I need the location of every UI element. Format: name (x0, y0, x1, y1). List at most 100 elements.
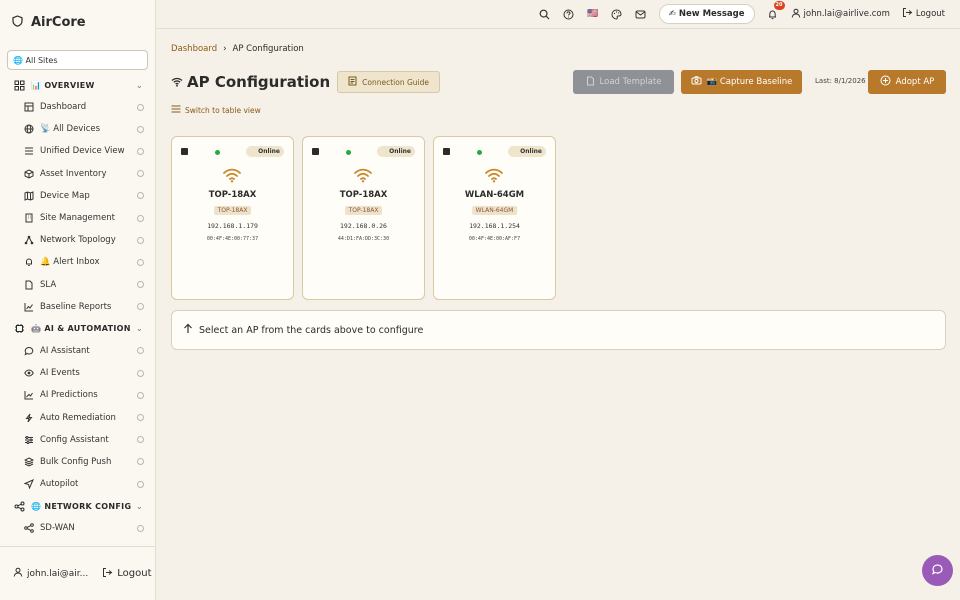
pin-icon[interactable] (137, 170, 144, 178)
ap-mac: 44:D1:FA:DD:3C:30 (337, 236, 390, 242)
ap-ip: 192.168.1.179 (207, 222, 258, 230)
pin-icon[interactable] (137, 414, 144, 422)
sidebar-item-label: Site Management (40, 213, 116, 224)
select-ap-hint: Select an AP from the cards above to con… (171, 310, 946, 350)
pin-icon[interactable] (137, 281, 144, 289)
wifi-icon (485, 168, 503, 183)
sidebar-item-baseline-reports[interactable]: Baseline Reports (0, 296, 155, 318)
sidebar-item-sla[interactable]: SLA (0, 274, 155, 296)
notifications-button[interactable]: 20 (767, 1, 785, 20)
breadcrumb-dashboard-link[interactable]: Dashboard (171, 44, 217, 54)
pin-icon[interactable] (137, 192, 144, 200)
pin-icon[interactable] (137, 347, 144, 355)
sidebar-item-asset-inventory[interactable]: Asset Inventory (0, 163, 155, 185)
ap-ip: 192.168.0.26 (340, 222, 387, 230)
trend-icon (23, 390, 34, 401)
inbox-icon[interactable] (635, 8, 647, 20)
pin-icon[interactable] (137, 147, 144, 155)
pin-icon[interactable] (137, 103, 144, 111)
sidebar-item-network-topology[interactable]: Network Topology (0, 229, 155, 251)
sidebar-item-label: Baseline Reports (40, 301, 112, 312)
nav-section-overview[interactable]: 📊 OVERVIEW ⌄ (0, 74, 155, 96)
ap-card[interactable]: Online WLAN-64GM WLAN-64GM 192.168.1.254… (433, 136, 556, 300)
nav-section-ai-automation[interactable]: 🤖 AI & AUTOMATION ⌄ (0, 318, 155, 340)
user-icon (13, 567, 23, 580)
pin-icon[interactable] (137, 391, 144, 399)
sidebar-item-autopilot[interactable]: Autopilot (0, 473, 155, 495)
user-menu[interactable]: john.lai@airlive.com (791, 8, 890, 21)
list-icon (171, 105, 181, 115)
logout-icon (902, 7, 913, 21)
bell-icon (769, 9, 777, 19)
file-icon (586, 76, 595, 89)
sidebar-item-dashboard[interactable]: Dashboard (0, 96, 155, 118)
ap-select-checkbox[interactable] (181, 148, 188, 155)
sidebar-logout-button[interactable]: Logout (102, 567, 152, 581)
nav-section-label: 🌐 NETWORK CONFIG (31, 501, 132, 511)
pin-icon[interactable] (137, 214, 144, 222)
chevron-down-icon: ⌄ (135, 80, 143, 90)
camera-icon (691, 76, 702, 88)
adopt-ap-label: Adopt AP (895, 77, 935, 87)
pin-icon[interactable] (137, 458, 144, 466)
ap-ip: 192.168.1.254 (469, 222, 520, 230)
title-row: AP Configuration Connection Guide Load T… (171, 70, 946, 94)
sidebar-item-ai-predictions[interactable]: AI Predictions (0, 384, 155, 406)
user-icon (791, 8, 801, 21)
site-select[interactable]: 🌐 All Sites (7, 50, 148, 70)
nav-section-network-config[interactable]: 🌐 NETWORK CONFIG ⌄ (0, 495, 155, 517)
sidebar-item-all-devices[interactable]: 📡 All Devices (0, 118, 155, 140)
wifi-icon (354, 168, 372, 183)
search-icon[interactable] (539, 8, 551, 20)
pin-icon[interactable] (137, 436, 144, 444)
sidebar-item-label: Asset Inventory (40, 168, 107, 179)
bell-icon (23, 257, 34, 268)
ap-select-checkbox[interactable] (312, 148, 319, 155)
chat-fab-button[interactable] (922, 555, 953, 586)
sidebar-item-config-assistant[interactable]: Config Assistant (0, 429, 155, 451)
switch-to-table-view-link[interactable]: Switch to table view (171, 105, 261, 115)
ap-model-tag: TOP-18AX (344, 206, 383, 215)
palette-icon[interactable] (611, 8, 623, 20)
connection-guide-button[interactable]: Connection Guide (337, 71, 441, 93)
sidebar-item-label: Autopilot (40, 479, 79, 490)
sidebar-item-device-map[interactable]: Device Map (0, 185, 155, 207)
logout-button[interactable]: Logout (902, 7, 945, 21)
sidebar-item-alert-inbox[interactable]: 🔔 Alert Inbox (0, 251, 155, 273)
pin-icon[interactable] (137, 236, 144, 244)
pin-icon[interactable] (137, 369, 144, 377)
globe-icon (23, 124, 34, 135)
sidebar-item-ai-events[interactable]: AI Events (0, 362, 155, 384)
new-message-button[interactable]: ✍ New Message (658, 4, 755, 24)
pin-icon[interactable] (137, 524, 144, 532)
load-template-button[interactable]: Load Template (573, 70, 674, 94)
ap-card[interactable]: Online TOP-18AX TOP-18AX 192.168.0.26 44… (302, 136, 425, 300)
pin-icon[interactable] (137, 125, 144, 133)
sidebar-item-label: Auto Remediation (40, 412, 116, 423)
sidebar-item-label: AI Assistant (40, 345, 90, 356)
sidebar-item-site-management[interactable]: Site Management (0, 207, 155, 229)
sidebar-user-email[interactable]: john.lai@air... (27, 569, 88, 579)
pin-icon[interactable] (137, 303, 144, 311)
sidebar-item-bulk-config-push[interactable]: Bulk Config Push (0, 451, 155, 473)
sidebar-nav: 📊 OVERVIEW ⌄ Dashboard 📡 All Devices Uni… (0, 74, 155, 544)
ap-card[interactable]: Online TOP-18AX TOP-18AX 192.168.1.179 0… (171, 136, 294, 300)
adopt-ap-button[interactable]: Adopt AP (868, 70, 946, 94)
ap-model: WLAN-64GM (464, 190, 525, 200)
dashboard-icon (23, 102, 34, 113)
help-icon[interactable] (563, 8, 575, 20)
map-icon (23, 190, 34, 201)
sidebar-item-auto-remediation[interactable]: Auto Remediation (0, 406, 155, 428)
capture-baseline-button[interactable]: 📸 Capture Baseline (681, 70, 802, 94)
language-flag[interactable]: 🇺🇸 (587, 8, 599, 20)
sidebar-item-sd-wan[interactable]: SD-WAN (0, 517, 155, 539)
plus-circle-icon (880, 75, 891, 89)
sidebar-item-label: SD-WAN (40, 523, 75, 534)
ap-select-checkbox[interactable] (443, 148, 450, 155)
pin-icon[interactable] (137, 480, 144, 488)
sidebar-item-ai-assistant[interactable]: AI Assistant (0, 340, 155, 362)
brand[interactable]: AirCore (0, 0, 155, 44)
sliders-icon (23, 434, 34, 445)
pin-icon[interactable] (137, 258, 144, 266)
sidebar-item-unified-device-view[interactable]: Unified Device View (0, 140, 155, 162)
